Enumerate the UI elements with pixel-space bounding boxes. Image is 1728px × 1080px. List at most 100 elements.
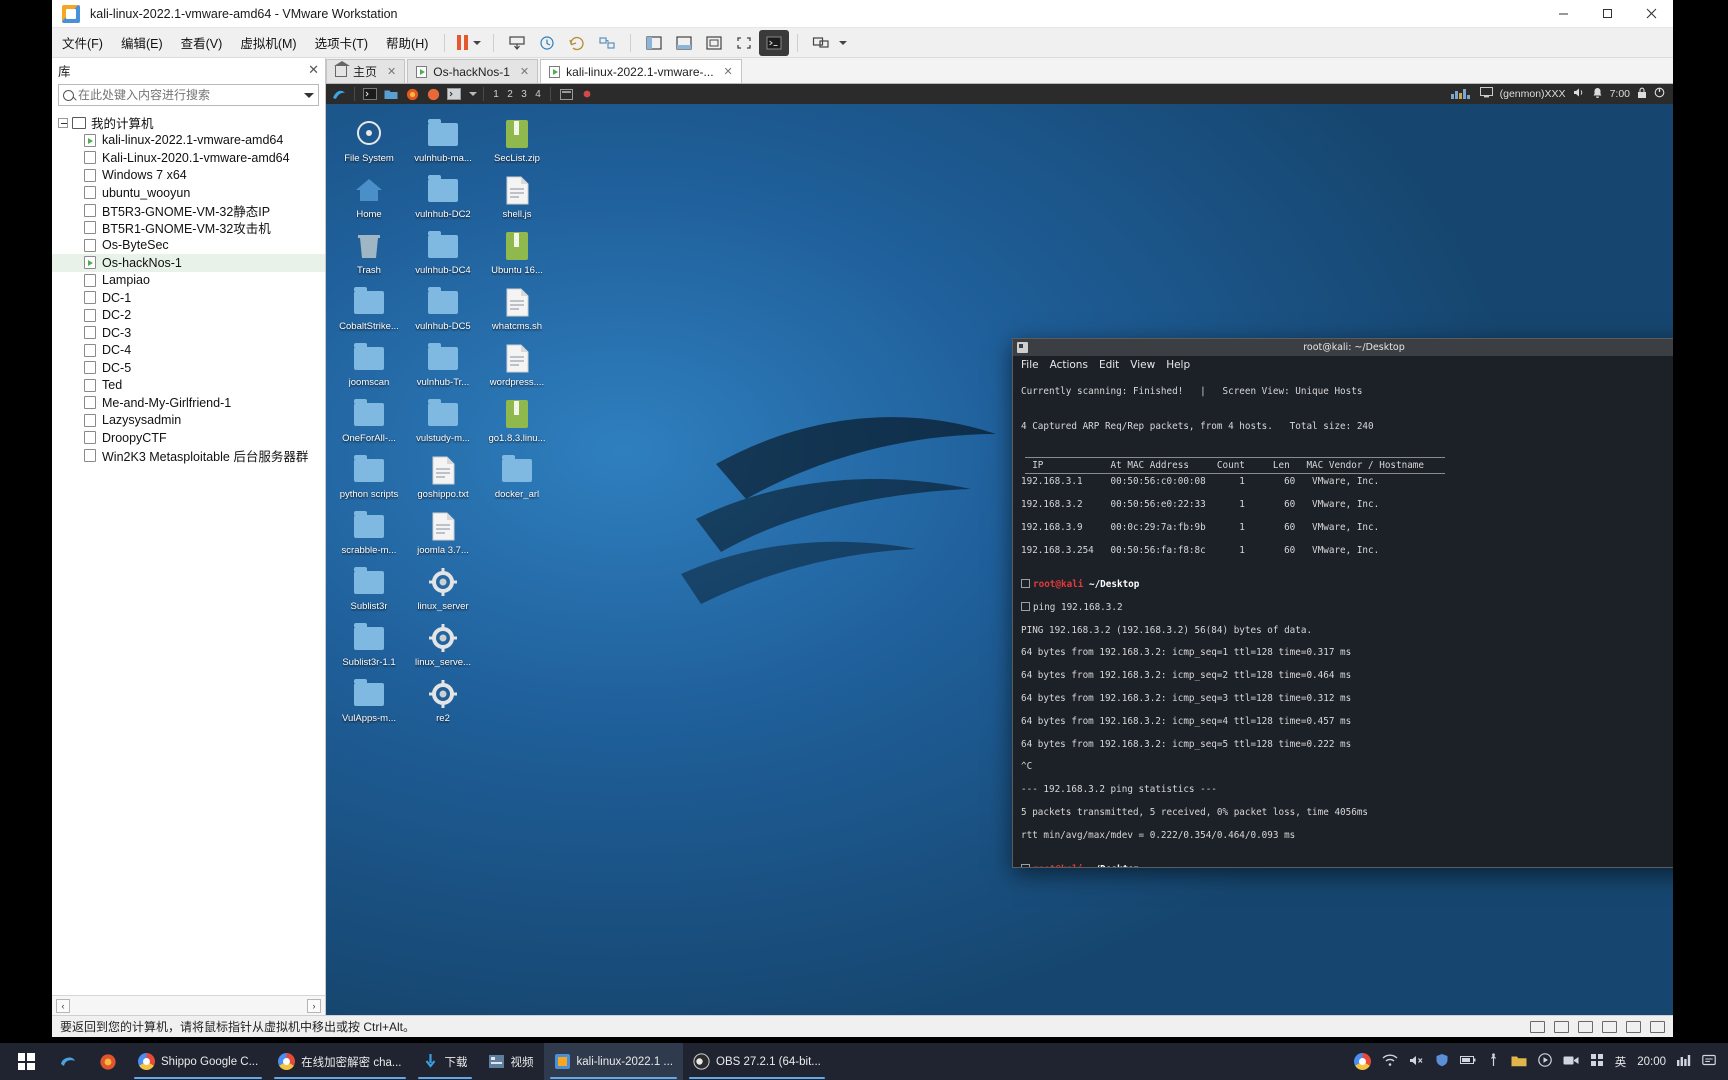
workspace-3[interactable]: 3 <box>518 89 530 100</box>
monitors-caret-icon[interactable] <box>839 40 848 45</box>
tree-item-vm[interactable]: BT5R1-GNOME-VM-32攻击机 <box>52 219 325 237</box>
status-display-icon[interactable] <box>1650 1020 1665 1033</box>
app-launcher-icon[interactable] <box>445 86 463 102</box>
desktop-icon[interactable]: vulnhub-DC4 <box>406 222 480 276</box>
terminal-output[interactable]: Currently scanning: Finished! | Screen V… <box>1013 372 1673 867</box>
window-list-icon[interactable] <box>557 86 575 102</box>
menu-vm[interactable]: 虚拟机(M) <box>232 30 304 55</box>
tree-item-vm[interactable]: DC-3 <box>52 324 325 342</box>
tray-chrome-icon[interactable] <box>1353 1053 1371 1070</box>
desktop-icon[interactable]: vulnhub-DC2 <box>406 166 480 220</box>
desktop-icon[interactable]: vulnhub-ma... <box>406 110 480 164</box>
desktop-icon[interactable]: CobaltStrike... <box>332 278 406 332</box>
menu-view[interactable]: 查看(V) <box>173 30 231 55</box>
volume-icon[interactable] <box>1573 87 1585 101</box>
send-ctrl-alt-del-icon[interactable] <box>502 30 532 56</box>
desktop-icon[interactable]: Sublist3r-1.1 <box>332 614 406 668</box>
unity-icon[interactable] <box>699 30 729 56</box>
desktop-icon[interactable]: linux_server <box>406 558 480 612</box>
terminal-launcher-icon[interactable] <box>361 86 379 102</box>
burp-launcher-icon[interactable] <box>424 86 442 102</box>
terminal-menu-view[interactable]: View <box>1130 359 1155 371</box>
tree-item-vm[interactable]: Lazysysadmin <box>52 412 325 430</box>
kali-desktop[interactable]: File System vulnhub-ma... SecList.zip Home v… <box>326 104 1673 1015</box>
terminal-menu-help[interactable]: Help <box>1166 359 1190 371</box>
tree-item-vm[interactable]: Lampiao <box>52 272 325 290</box>
desktop-icon[interactable]: go1.8.3.linu... <box>480 390 554 444</box>
pause-button[interactable] <box>453 35 485 50</box>
tree-item-vm[interactable]: kali-linux-2022.1-vmware-amd64 <box>52 132 325 150</box>
display-icon[interactable] <box>1479 87 1493 101</box>
menu-edit[interactable]: 编辑(E) <box>113 30 171 55</box>
tab-close-icon[interactable]: ✕ <box>724 65 733 78</box>
taskbar-edge-button[interactable] <box>48 1043 88 1080</box>
session-user-label[interactable]: (genmon)XXX <box>1500 88 1566 100</box>
expander-icon[interactable] <box>58 117 68 128</box>
taskbar-task-button[interactable]: 在线加密解密 cha... <box>268 1043 411 1080</box>
scroll-right-button[interactable]: › <box>307 998 321 1013</box>
taskbar-task-button[interactable]: 下载 <box>412 1043 478 1080</box>
desktop-icon[interactable]: goshippo.txt <box>406 446 480 500</box>
tree-item-vm[interactable]: BT5R3-GNOME-VM-32静态IP <box>52 202 325 220</box>
tree-item-vm[interactable]: DroopyCTF <box>52 429 325 447</box>
desktop-icon[interactable]: File System <box>332 110 406 164</box>
desktop-icon[interactable]: vulnhub-DC5 <box>406 278 480 332</box>
tree-item-vm[interactable]: Kali-Linux-2020.1-vmware-amd64 <box>52 149 325 167</box>
desktop-icon[interactable]: Ubuntu 16... <box>480 222 554 276</box>
scroll-left-button[interactable]: ‹ <box>56 998 70 1013</box>
tray-equalizer-icon[interactable] <box>1677 1054 1691 1069</box>
multiple-monitors-icon[interactable] <box>806 30 836 56</box>
launcher-caret-icon[interactable] <box>469 92 477 96</box>
status-sound-icon[interactable] <box>1602 1020 1617 1033</box>
maximize-button[interactable] <box>1585 0 1629 28</box>
show-thumbnails-icon[interactable] <box>669 30 699 56</box>
tray-shield-icon[interactable] <box>1435 1053 1449 1070</box>
snapshot-icon[interactable] <box>532 30 562 56</box>
tree-item-vm[interactable]: DC-1 <box>52 289 325 307</box>
library-close-icon[interactable]: ✕ <box>308 62 319 78</box>
tree-item-vm[interactable]: Ted <box>52 377 325 395</box>
desktop-icon[interactable]: re2 <box>406 670 480 724</box>
tree-item-vm[interactable]: DC-5 <box>52 359 325 377</box>
status-network-icon[interactable] <box>1554 1020 1569 1033</box>
console-view-icon[interactable] <box>759 29 790 56</box>
desktop-icon[interactable]: python scripts <box>332 446 406 500</box>
taskbar-clock[interactable]: 20:00 <box>1637 1056 1666 1068</box>
terminal-menu-edit[interactable]: Edit <box>1099 359 1119 371</box>
clock-label[interactable]: 7:00 <box>1610 88 1630 100</box>
tree-item-vm[interactable]: Me-and-My-Girlfriend-1 <box>52 394 325 412</box>
tray-wifi-icon[interactable] <box>1382 1053 1398 1070</box>
status-printer-icon[interactable] <box>1626 1020 1641 1033</box>
status-hdd-icon[interactable] <box>1530 1020 1545 1033</box>
desktop-icon[interactable]: vulnhub-Tr... <box>406 334 480 388</box>
taskbar-task-button[interactable]: OBS 27.2.1 (64-bit... <box>683 1043 831 1080</box>
close-button[interactable] <box>1629 0 1673 28</box>
workspace-1[interactable]: 1 <box>490 89 502 100</box>
desktop-icon[interactable]: shell.js <box>480 166 554 220</box>
start-button[interactable] <box>4 1043 48 1080</box>
desktop-icon[interactable]: Home <box>332 166 406 220</box>
desktop-icon[interactable]: joomscan <box>332 334 406 388</box>
taskbar-task-button[interactable]: Shippo Google C... <box>128 1043 268 1080</box>
tab-os-hacknos-1[interactable]: Os-hackNos-1 ✕ <box>407 59 539 83</box>
tab-close-icon[interactable]: ✕ <box>520 65 529 78</box>
desktop-icon[interactable]: scrabble-m... <box>332 502 406 556</box>
desktop-icon[interactable]: wordpress.... <box>480 334 554 388</box>
desktop-icon[interactable]: OneForAll-... <box>332 390 406 444</box>
search-input[interactable] <box>78 88 300 102</box>
workspace-2[interactable]: 2 <box>504 89 516 100</box>
tray-notification-icon[interactable] <box>1702 1054 1716 1070</box>
revert-snapshot-icon[interactable] <box>562 30 592 56</box>
tray-mute-icon[interactable] <box>1409 1054 1424 1070</box>
tree-item-vm[interactable]: DC-2 <box>52 307 325 325</box>
tree-item-vm[interactable]: Win2K3 Metasploitable 后台服务器群 <box>52 447 325 465</box>
snapshot-manager-icon[interactable] <box>592 30 622 56</box>
tab-kali-linux[interactable]: kali-linux-2022.1-vmware-... ✕ <box>540 59 742 83</box>
tab-close-icon[interactable]: ✕ <box>387 65 396 78</box>
tray-grid-icon[interactable] <box>1590 1053 1604 1070</box>
tree-item-vm[interactable]: DC-4 <box>52 342 325 360</box>
desktop-icon[interactable]: VulApps-m... <box>332 670 406 724</box>
files-launcher-icon[interactable] <box>382 86 400 102</box>
tree-item-vm[interactable]: Os-ByteSec <box>52 237 325 255</box>
tray-usb-icon[interactable] <box>1487 1053 1500 1070</box>
